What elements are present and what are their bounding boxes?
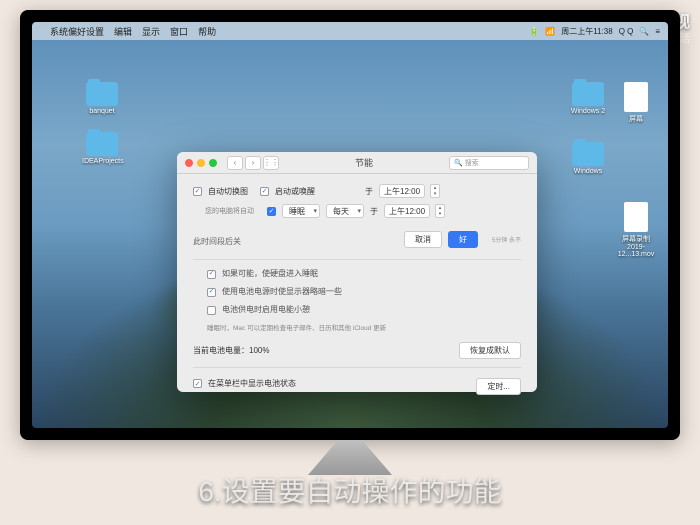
file-icon	[624, 82, 648, 112]
slider-ticks: 5分钟 永不	[492, 235, 521, 244]
auto-switch-label: 自动切换图	[208, 186, 248, 197]
wifi-icon[interactable]: 📶	[545, 27, 555, 36]
desktop-folder[interactable]: IDEAProjects	[82, 132, 122, 165]
show-status-checkbox[interactable]	[193, 379, 202, 388]
schedule-button[interactable]: 定时...	[476, 378, 521, 395]
desktop-folder[interactable]: Windows	[568, 142, 608, 175]
minimize-icon[interactable]	[197, 159, 205, 167]
video-subtitle: 6.设置要自动操作的功能	[0, 470, 700, 510]
desktop-folder[interactable]: banquet	[82, 82, 122, 115]
forward-button[interactable]: ›	[245, 156, 261, 170]
at-label-1: 于	[365, 186, 373, 197]
folder-icon	[86, 82, 118, 106]
menu-app[interactable]: 系统偏好设置	[50, 25, 104, 38]
opt3-label: 电池供电时启用电能小憩	[222, 304, 310, 316]
monitor-frame: 系统偏好设置 编辑 显示 窗口 帮助 🔋 📶 周二上午11:38 Q Q 🔍 ≡…	[20, 10, 680, 440]
opt1-checkbox[interactable]	[207, 270, 216, 279]
grid-button[interactable]: ⋮⋮	[263, 156, 279, 170]
desktop-folder[interactable]: Windows 2	[568, 82, 608, 115]
time-input-1[interactable]: 上午12:00	[379, 184, 425, 198]
window-titlebar: ‹ › ⋮⋮ 节能 🔍搜索	[177, 152, 537, 174]
show-status-label: 在菜单栏中显示电池状态	[208, 378, 296, 389]
auto-switch-note: 您的电脑将自动	[205, 206, 261, 216]
delay-label: 此时间段后关	[193, 236, 241, 247]
cancel-button[interactable]: 取消	[404, 231, 442, 248]
menubar-right: 🔋 📶 周二上午11:38 Q Q 🔍 ≡	[529, 26, 660, 37]
sleep-select[interactable]: 睡眠	[282, 204, 320, 218]
divider	[193, 367, 521, 368]
menu-view[interactable]: 显示	[142, 25, 160, 38]
opt2-label: 使用电池电源时使显示器略暗一些	[222, 286, 342, 298]
divider	[193, 259, 521, 260]
nav-buttons: ‹ › ⋮⋮	[227, 156, 279, 170]
spotlight-icon[interactable]: 🔍	[639, 27, 649, 36]
back-button[interactable]: ‹	[227, 156, 243, 170]
search-input[interactable]: 🔍搜索	[449, 156, 529, 170]
opt2-checkbox[interactable]	[207, 288, 216, 297]
time-stepper-1[interactable]: ▴▾	[430, 184, 440, 198]
options-list: 如果可能，使硬盘进入睡眠 使用电池电源时使显示器略暗一些 电池供电时启用电能小憩	[207, 268, 521, 316]
time-stepper-2[interactable]: ▴▾	[435, 204, 445, 218]
close-icon[interactable]	[185, 159, 193, 167]
file-icon	[624, 202, 648, 232]
menu-help[interactable]: 帮助	[198, 25, 216, 38]
siri-icon[interactable]: ≡	[655, 27, 660, 36]
user-menu[interactable]: Q Q	[619, 27, 634, 36]
options-note: 睡眠时，Mac 可以定期检查电子邮件、日历和其他 iCloud 更新	[207, 322, 521, 332]
folder-icon	[572, 142, 604, 166]
desktop-file[interactable]: 屏幕录制 2019-12...13.mov	[616, 202, 656, 258]
desktop-screen: 系统偏好设置 编辑 显示 窗口 帮助 🔋 📶 周二上午11:38 Q Q 🔍 ≡…	[32, 22, 668, 428]
desktop-file[interactable]: 屏幕	[616, 82, 656, 124]
sleep-checkbox[interactable]	[267, 207, 276, 216]
ok-button[interactable]: 好	[448, 231, 478, 248]
menubar: 系统偏好设置 编辑 显示 窗口 帮助 🔋 📶 周二上午11:38 Q Q 🔍 ≡	[32, 22, 668, 40]
menu-window[interactable]: 窗口	[170, 25, 188, 38]
battery-level: 当前电池电量：100%	[193, 345, 269, 356]
battery-icon[interactable]: 🔋	[529, 27, 539, 36]
menu-edit[interactable]: 编辑	[114, 25, 132, 38]
at-label-2: 于	[370, 206, 378, 217]
clock[interactable]: 周二上午11:38	[561, 26, 612, 37]
time-input-2[interactable]: 上午12:00	[384, 204, 430, 218]
restore-defaults-button[interactable]: 恢复成默认	[459, 342, 521, 359]
startup-wake-label: 启动或唤醒	[275, 186, 315, 197]
energy-saver-window: ‹ › ⋮⋮ 节能 🔍搜索 自动切换图 启动或唤醒 每天 于 上午12:00 ▴…	[177, 152, 537, 392]
folder-icon	[86, 132, 118, 156]
zoom-icon[interactable]	[209, 159, 217, 167]
opt1-label: 如果可能，使硬盘进入睡眠	[222, 268, 318, 280]
auto-switch-checkbox[interactable]	[193, 187, 202, 196]
window-content: 自动切换图 启动或唤醒 每天 于 上午12:00 ▴▾ 您的电脑将自动 睡眠 每…	[177, 174, 537, 405]
folder-icon	[572, 82, 604, 106]
window-title: 节能	[283, 156, 445, 169]
startup-wake-checkbox[interactable]	[260, 187, 269, 196]
freq-select-2[interactable]: 每天	[326, 204, 364, 218]
search-icon: 🔍	[454, 159, 463, 167]
opt3-checkbox[interactable]	[207, 306, 216, 315]
